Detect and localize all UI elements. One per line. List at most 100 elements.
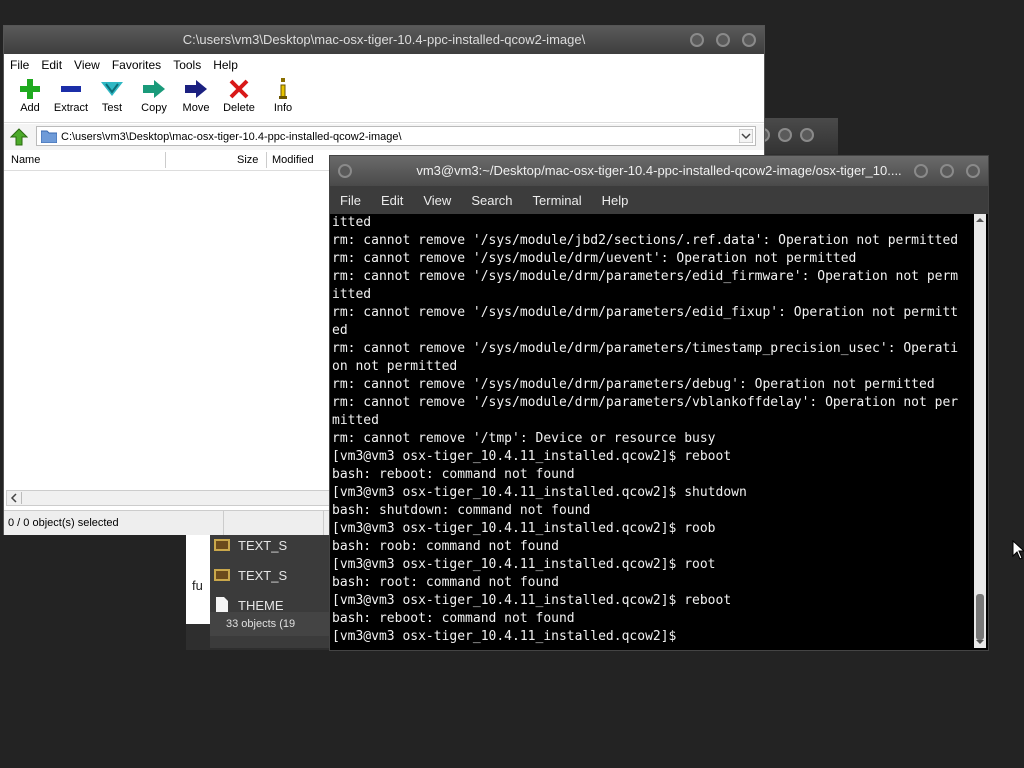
document-file-icon [216,597,228,613]
menu-file[interactable]: File [10,58,29,72]
terminal-line: rm: cannot remove '/sys/module/jbd2/sect… [332,233,959,248]
scroll-up-icon[interactable] [976,216,984,224]
extract-label: Extract [53,102,89,114]
terminal-menu-terminal[interactable]: Terminal [533,193,582,208]
image-file-icon [214,569,230,581]
file-manager-title: C:\users\vm3\Desktop\mac-osx-tiger-10.4-… [182,32,586,47]
terminal-line: [vm3@vm3 osx-tiger_10.4.11_installed.qco… [332,449,732,464]
terminal-output[interactable]: itted rm: cannot remove '/sys/module/jbd2… [332,214,972,650]
terminal-scroll-thumb[interactable] [976,594,984,640]
terminal-title: vm3@vm3:~/Desktop/mac-osx-tiger-10.4-ppc… [416,163,902,178]
terminal-line: bash: reboot: command not found [332,467,575,482]
scroll-left-icon[interactable] [9,493,19,503]
terminal-line: on not permitted [332,359,458,374]
chevron-down-icon[interactable] [739,129,753,143]
test-button[interactable]: Test [92,78,132,120]
fm-minimize-button[interactable] [690,33,704,47]
terminal-minimize-button[interactable] [914,164,928,178]
terminal-menu-view[interactable]: View [423,193,451,208]
background-file-row[interactable]: TEXT_S [214,562,324,588]
terminal-line: bash: root: command not found [332,575,559,590]
column-size[interactable]: Size [237,154,258,166]
terminal-window: vm3@vm3:~/Desktop/mac-osx-tiger-10.4-ppc… [330,156,988,650]
terminal-menu-button[interactable] [338,164,352,178]
terminal-close-button[interactable] [966,164,980,178]
test-label: Test [101,102,123,114]
terminal-line: bash: shutdown: command not found [332,503,591,518]
column-name[interactable]: Name [11,154,40,166]
minus-icon [61,86,81,92]
status-selection: 0 / 0 object(s) selected [4,511,224,535]
add-button[interactable]: Add [10,78,50,120]
terminal-line: rm: cannot remove '/tmp': Device or reso… [332,431,716,446]
terminal-line: mitted [332,413,379,428]
horizontal-scrollbar[interactable] [6,490,332,506]
column-modified[interactable]: Modified [272,154,314,166]
column-divider[interactable] [165,152,166,168]
info-button[interactable]: Info [266,78,300,120]
background-file-name: THEME [238,597,284,613]
bg-close-button[interactable] [800,128,814,142]
copy-label: Copy [141,102,167,114]
status-size [224,511,324,535]
terminal-menu-edit[interactable]: Edit [381,193,403,208]
move-arrow-icon [185,80,207,98]
terminal-line: rm: cannot remove '/sys/module/drm/param… [332,395,959,410]
plus-icon [20,79,40,99]
file-list-area[interactable] [4,171,330,489]
terminal-line: bash: reboot: command not found [332,611,575,626]
terminal-titlebar[interactable]: vm3@vm3:~/Desktop/mac-osx-tiger-10.4-ppc… [330,156,988,186]
up-folder-icon[interactable] [10,128,28,146]
terminal-line: [vm3@vm3 osx-tiger_10.4.11_installed.qco… [332,593,732,608]
info-icon [279,78,287,99]
delete-label: Delete [223,102,255,114]
move-label: Move [182,102,210,114]
terminal-maximize-button[interactable] [940,164,954,178]
background-file-name: TEXT_S [238,567,288,583]
terminal-line: rm: cannot remove '/sys/module/drm/param… [332,305,959,320]
terminal-line: rm: cannot remove '/sys/module/drm/param… [332,341,959,356]
background-statusbar: 33 objects (19 [210,612,330,636]
scroll-down-icon[interactable] [976,638,984,646]
terminal-line: [vm3@vm3 osx-tiger_10.4.11_installed.qco… [332,485,747,500]
address-text: C:\users\vm3\Desktop\mac-osx-tiger-10.4-… [61,131,402,143]
terminal-line: [vm3@vm3 osx-tiger_10.4.11_installed.qco… [332,557,716,572]
menu-help[interactable]: Help [213,58,238,72]
move-button[interactable]: Move [176,78,216,120]
terminal-menu-file[interactable]: File [340,193,361,208]
address-input[interactable]: C:\users\vm3\Desktop\mac-osx-tiger-10.4-… [36,126,756,146]
column-divider[interactable] [266,152,267,168]
file-manager-menubar: File Edit View Favorites Tools Help [4,54,764,76]
terminal-line: itted [332,215,372,230]
menu-view[interactable]: View [74,58,100,72]
info-label: Info [273,102,293,114]
copy-button[interactable]: Copy [134,78,174,120]
terminal-menubar: File Edit View Search Terminal Help [330,186,988,214]
copy-arrow-icon [143,80,165,98]
check-icon [101,82,123,96]
terminal-line: [vm3@vm3 osx-tiger_10.4.11_installed.qco… [332,521,716,536]
mouse-cursor-icon [1012,540,1024,560]
background-file-row[interactable]: TEXT_S [214,532,324,558]
terminal-line: [vm3@vm3 osx-tiger_10.4.11_installed.qco… [332,629,685,644]
background-status-text: 33 objects (19 [226,618,296,630]
terminal-line: rm: cannot remove '/sys/module/drm/param… [332,377,935,392]
delete-x-icon [229,79,249,99]
folder-icon [41,130,57,143]
fm-maximize-button[interactable] [716,33,730,47]
delete-button[interactable]: Delete [218,78,260,120]
terminal-scrollbar[interactable] [974,214,986,648]
terminal-menu-search[interactable]: Search [471,193,512,208]
bg-maximize-button[interactable] [778,128,792,142]
extract-button[interactable]: Extract [48,78,94,120]
fm-close-button[interactable] [742,33,756,47]
file-manager-titlebar[interactable]: C:\users\vm3\Desktop\mac-osx-tiger-10.4-… [4,26,764,54]
menu-tools[interactable]: Tools [173,58,201,72]
menu-favorites[interactable]: Favorites [112,58,161,72]
menu-edit[interactable]: Edit [41,58,62,72]
background-text-area: fu [186,528,212,624]
terminal-line: bash: roob: command not found [332,539,559,554]
terminal-line: rm: cannot remove '/sys/module/drm/param… [332,269,959,284]
terminal-menu-help[interactable]: Help [602,193,629,208]
scrollbar-separator [21,492,22,504]
